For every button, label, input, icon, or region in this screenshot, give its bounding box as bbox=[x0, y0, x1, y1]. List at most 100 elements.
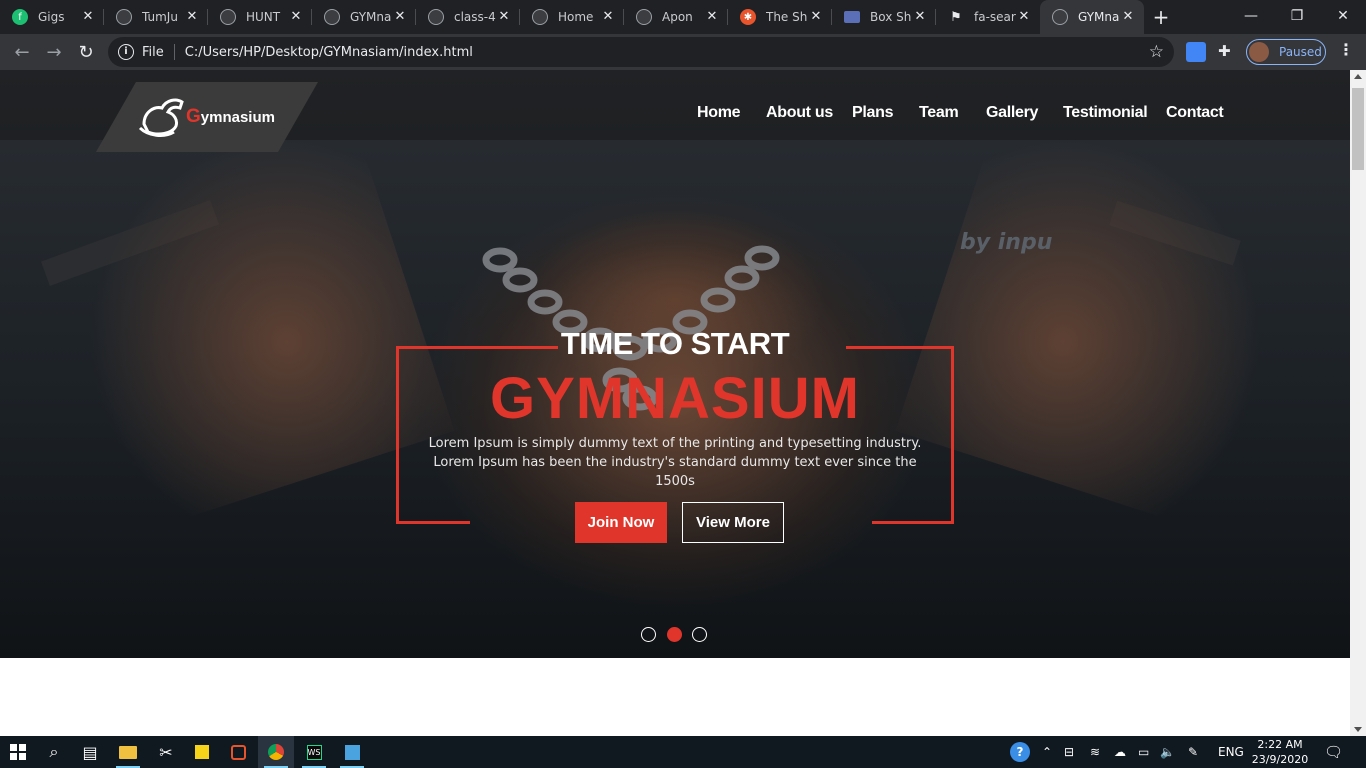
task-view-icon[interactable]: ▤ bbox=[72, 736, 108, 768]
avatar bbox=[1249, 42, 1269, 62]
close-icon[interactable]: ✕ bbox=[184, 9, 200, 25]
tab-gymna-active[interactable]: GYMna ✕ bbox=[1040, 0, 1144, 34]
scroll-down-arrow-icon[interactable] bbox=[1354, 727, 1362, 732]
hero-banner: by inpu Gymnasium Home About us Plans Te… bbox=[0, 70, 1350, 658]
scroll-up-arrow-icon[interactable] bbox=[1354, 74, 1362, 79]
close-icon[interactable]: ✕ bbox=[704, 9, 720, 25]
scroll-thumb[interactable] bbox=[1352, 88, 1364, 170]
help-icon[interactable]: ? bbox=[1010, 736, 1030, 768]
close-icon[interactable]: ✕ bbox=[496, 9, 512, 25]
wifi-icon[interactable]: ≋ bbox=[1090, 736, 1100, 768]
close-window-button[interactable]: ✕ bbox=[1320, 0, 1366, 32]
notification-center-tray-icon[interactable]: ⊟ bbox=[1064, 736, 1074, 768]
webstorm-icon[interactable]: WS bbox=[296, 736, 332, 768]
close-icon[interactable]: ✕ bbox=[912, 9, 928, 25]
tab-title: Box Sh bbox=[870, 10, 912, 24]
carousel-dot-1[interactable] bbox=[641, 627, 656, 642]
tab-title: fa-sear bbox=[974, 10, 1016, 24]
globe-icon bbox=[1052, 9, 1068, 25]
action-center-icon[interactable]: 🗨 bbox=[1324, 736, 1343, 768]
nav-gallery[interactable]: Gallery bbox=[986, 104, 1038, 122]
tab-hunt[interactable]: HUNT ✕ bbox=[208, 0, 312, 34]
translate-extension-icon[interactable] bbox=[1186, 42, 1206, 62]
tab-gymna-1[interactable]: GYMna ✕ bbox=[312, 0, 416, 34]
profile-status: Paused bbox=[1279, 45, 1322, 59]
nav-contact[interactable]: Contact bbox=[1166, 104, 1224, 122]
chrome-taskbar-icon[interactable] bbox=[258, 736, 294, 768]
nav-plans[interactable]: Plans bbox=[852, 104, 894, 122]
join-now-button[interactable]: Join Now bbox=[575, 502, 667, 543]
close-icon[interactable]: ✕ bbox=[288, 9, 304, 25]
taskbar-clock[interactable]: 2:22 AM 23/9/2020 bbox=[1250, 737, 1310, 767]
profile-button[interactable]: Paused bbox=[1246, 39, 1326, 65]
fiverr-icon: f bbox=[12, 9, 28, 25]
search-icon[interactable]: ⌕ bbox=[36, 736, 72, 768]
file-explorer-icon[interactable] bbox=[110, 736, 146, 768]
nav-team[interactable]: Team bbox=[919, 104, 959, 122]
arm-shading-left bbox=[35, 107, 455, 533]
editor-app-icon[interactable] bbox=[334, 736, 370, 768]
close-icon[interactable]: ✕ bbox=[80, 9, 96, 25]
tab-title: The Sh bbox=[766, 10, 808, 24]
carousel-dot-3[interactable] bbox=[692, 627, 707, 642]
forward-arrow-icon[interactable]: → bbox=[38, 36, 70, 68]
globe-icon bbox=[324, 9, 340, 25]
tab-gigs[interactable]: f Gigs ✕ bbox=[0, 0, 104, 34]
tab-home[interactable]: Home ✕ bbox=[520, 0, 624, 34]
arm-shading-right bbox=[895, 107, 1315, 533]
minimize-button[interactable]: — bbox=[1228, 0, 1274, 32]
tab-box-sh[interactable]: Box Sh ✕ bbox=[832, 0, 936, 34]
close-icon[interactable]: ✕ bbox=[1016, 9, 1032, 25]
tab-title: Gigs bbox=[38, 10, 65, 24]
volume-icon[interactable]: 🔈 bbox=[1160, 736, 1175, 768]
address-bar[interactable]: i File C:/Users/HP/Desktop/GYMnasiam/ind… bbox=[108, 37, 1174, 67]
tab-title: class-4 bbox=[454, 10, 496, 24]
menu-kebab-icon[interactable]: ⋮ bbox=[1338, 40, 1354, 59]
url-text[interactable]: C:/Users/HP/Desktop/GYMnasiam/index.html bbox=[185, 45, 473, 60]
hero-headline: GYMNASIUM bbox=[490, 366, 860, 431]
battery-icon[interactable]: ▭ bbox=[1138, 736, 1149, 768]
tab-the-sh[interactable]: ✱ The Sh ✕ bbox=[728, 0, 832, 34]
tab-title: Apon bbox=[662, 10, 693, 24]
view-more-button[interactable]: View More bbox=[682, 502, 784, 543]
back-arrow-icon[interactable]: ← bbox=[6, 36, 38, 68]
language-indicator[interactable]: ENG bbox=[1218, 736, 1244, 768]
hero-lead-text: Lorem Ipsum is simply dummy text of the … bbox=[428, 436, 922, 489]
main-navigation: Home About us Plans Team Gallery Testimo… bbox=[0, 104, 1350, 130]
puzzle-extension-icon[interactable]: ✚ bbox=[1218, 42, 1238, 62]
office-app-icon[interactable] bbox=[220, 736, 256, 768]
tab-title: GYMna bbox=[1078, 10, 1120, 24]
sticky-notes-icon[interactable] bbox=[184, 736, 220, 768]
close-icon[interactable]: ✕ bbox=[392, 9, 408, 25]
chevron-up-icon[interactable]: ⌃ bbox=[1042, 736, 1052, 768]
tab-title: GYMna bbox=[350, 10, 392, 24]
info-icon[interactable]: i bbox=[118, 44, 134, 60]
tab-apon[interactable]: Apon ✕ bbox=[624, 0, 728, 34]
tab-fa-search[interactable]: ⚑ fa-sear ✕ bbox=[936, 0, 1040, 34]
windows-start-icon[interactable] bbox=[0, 736, 36, 768]
bookmark-star-icon[interactable]: ☆ bbox=[1149, 42, 1164, 62]
clock-time: 2:22 AM bbox=[1257, 738, 1303, 751]
new-tab-button[interactable]: + bbox=[1144, 0, 1178, 34]
nav-testimonial[interactable]: Testimonial bbox=[1063, 104, 1148, 122]
page-scrollbar[interactable] bbox=[1350, 70, 1366, 736]
carousel-dot-2[interactable] bbox=[667, 627, 682, 642]
reload-icon[interactable]: ↻ bbox=[70, 36, 102, 68]
close-icon[interactable]: ✕ bbox=[1120, 9, 1136, 25]
network-error-icon[interactable]: ☁ bbox=[1114, 736, 1126, 768]
tab-title: TumJu bbox=[142, 10, 178, 24]
restore-button[interactable]: ❐ bbox=[1274, 0, 1320, 32]
pen-icon[interactable]: ✎ bbox=[1188, 736, 1198, 768]
hero-kicker: TIME TO START bbox=[560, 326, 790, 361]
close-icon[interactable]: ✕ bbox=[600, 9, 616, 25]
clock-date: 23/9/2020 bbox=[1251, 753, 1309, 766]
tab-tumju[interactable]: TumJu ✕ bbox=[104, 0, 208, 34]
carousel-indicators bbox=[641, 627, 711, 643]
nav-home[interactable]: Home bbox=[697, 104, 741, 122]
snipping-tool-icon[interactable]: ✂ bbox=[148, 736, 184, 768]
globe-icon bbox=[532, 9, 548, 25]
tab-class-4[interactable]: class-4 ✕ bbox=[416, 0, 520, 34]
scheme-label: File bbox=[142, 44, 164, 60]
nav-about-us[interactable]: About us bbox=[766, 104, 833, 122]
close-icon[interactable]: ✕ bbox=[808, 9, 824, 25]
